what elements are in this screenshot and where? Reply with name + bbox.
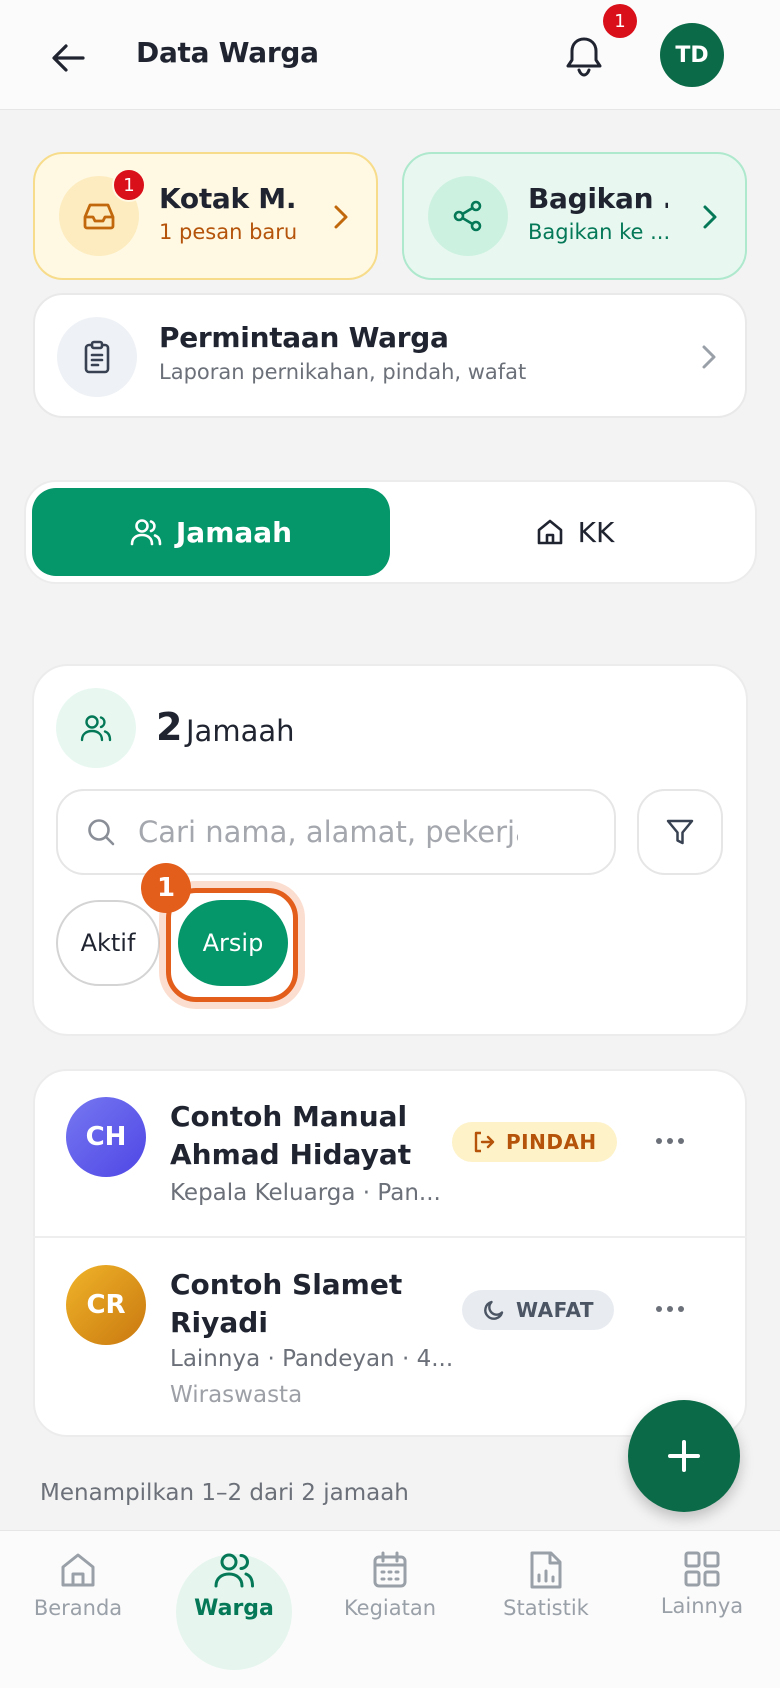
request-title: Permintaan Warga: [159, 321, 449, 354]
search-input[interactable]: [138, 815, 518, 849]
resident-meta: Lainnya · Pandeyan · 4...: [170, 1346, 454, 1372]
filter-chip-aktif[interactable]: Aktif: [56, 900, 160, 986]
citizen-requests-card[interactable]: Permintaan Warga Laporan pernikahan, pin…: [33, 293, 747, 418]
filter-icon: [666, 819, 694, 845]
status-label: PINDAH: [506, 1130, 597, 1154]
tab-jamaah-label: Jamaah: [175, 515, 293, 549]
moon-icon: [484, 1300, 504, 1320]
arrow-left-icon: [52, 44, 85, 72]
resident-count: 2: [156, 705, 183, 749]
resident-count-label: Jamaah: [186, 714, 295, 748]
nav-label: Kegiatan: [343, 1596, 437, 1620]
nav-label: Statistik: [503, 1596, 589, 1620]
tab-kk-label: KK: [577, 515, 615, 549]
nav-item-beranda[interactable]: Beranda: [18, 1550, 138, 1660]
more-options-button[interactable]: [648, 1294, 692, 1324]
inbox-badge: 1: [112, 168, 146, 202]
tutorial-step-badge: 1: [141, 863, 191, 913]
chevron-right-icon: [702, 345, 716, 369]
tab-jamaah[interactable]: Jamaah: [32, 488, 390, 576]
chevron-right-icon: [703, 205, 717, 229]
tab-kk[interactable]: KK: [400, 488, 750, 576]
resident-avatar: CR: [66, 1265, 146, 1345]
user-avatar[interactable]: TD: [660, 23, 724, 87]
nav-label: Warga: [194, 1596, 274, 1621]
calendar-icon: [373, 1551, 407, 1588]
resident-name[interactable]: Contoh Slamet Riyadi: [170, 1266, 440, 1342]
search-field[interactable]: [56, 789, 616, 875]
page-title: Data Warga: [136, 36, 319, 69]
clipboard-list-icon: [84, 340, 110, 374]
request-icon-circle: [57, 317, 137, 397]
chart-file-icon: [530, 1551, 562, 1589]
nav-item-kegiatan[interactable]: Kegiatan: [330, 1550, 450, 1660]
grid-icon: [684, 1551, 720, 1587]
nav-item-warga[interactable]: Warga: [174, 1550, 294, 1660]
nav-item-lainnya[interactable]: Lainnya: [642, 1550, 762, 1660]
more-options-button[interactable]: [648, 1126, 692, 1156]
share-card[interactable]: Bagikan ... Bagikan ke ...: [402, 152, 747, 280]
bell-icon: [566, 37, 602, 77]
notifications-button[interactable]: [558, 30, 610, 82]
back-button[interactable]: [44, 34, 92, 82]
status-badge-wafat: WAFAT: [462, 1290, 615, 1330]
status-badge-pindah: PINDAH: [452, 1122, 617, 1162]
notification-count-badge: 1: [603, 4, 637, 38]
inbox-card[interactable]: Kotak M... 1 pesan baru: [33, 152, 378, 280]
users-icon: [130, 519, 162, 546]
plus-icon: [668, 1440, 700, 1472]
request-subtitle: Laporan pernikahan, pindah, wafat: [159, 360, 527, 384]
list-divider: [33, 1236, 747, 1238]
share-icon-circle: [428, 176, 508, 256]
more-horizontal-icon: [656, 1306, 684, 1312]
share-subtitle: Bagikan ke ...: [528, 220, 668, 244]
home-icon: [61, 1553, 95, 1587]
users-icon: [80, 715, 112, 742]
logout-icon: [474, 1131, 495, 1153]
filter-chip-arsip[interactable]: Arsip: [178, 900, 288, 986]
filter-button[interactable]: [637, 789, 723, 875]
search-icon: [88, 819, 115, 846]
status-label: WAFAT: [516, 1298, 595, 1322]
users-icon: [214, 1553, 254, 1588]
inbox-title: Kotak M...: [159, 182, 299, 215]
share-title: Bagikan ...: [528, 182, 668, 215]
pagination-summary: Menampilkan 1–2 dari 2 jamaah: [40, 1480, 409, 1506]
more-horizontal-icon: [656, 1138, 684, 1144]
add-resident-button[interactable]: [628, 1400, 740, 1512]
nav-label: Lainnya: [660, 1594, 744, 1618]
resident-name[interactable]: Contoh Manual Ahmad Hidayat: [170, 1098, 440, 1174]
resident-meta: Kepala Keluarga · Pan...: [170, 1180, 441, 1206]
nav-label: Beranda: [33, 1596, 123, 1620]
count-icon-circle: [56, 688, 136, 768]
nav-item-statistik[interactable]: Statistik: [486, 1550, 606, 1660]
resident-occupation: Wiraswasta: [170, 1382, 303, 1408]
chevron-right-icon: [334, 205, 348, 229]
home-icon: [537, 519, 562, 545]
resident-avatar: CH: [66, 1097, 146, 1177]
inbox-icon: [83, 203, 115, 230]
inbox-subtitle: 1 pesan baru: [159, 220, 298, 244]
share-icon: [453, 200, 482, 232]
